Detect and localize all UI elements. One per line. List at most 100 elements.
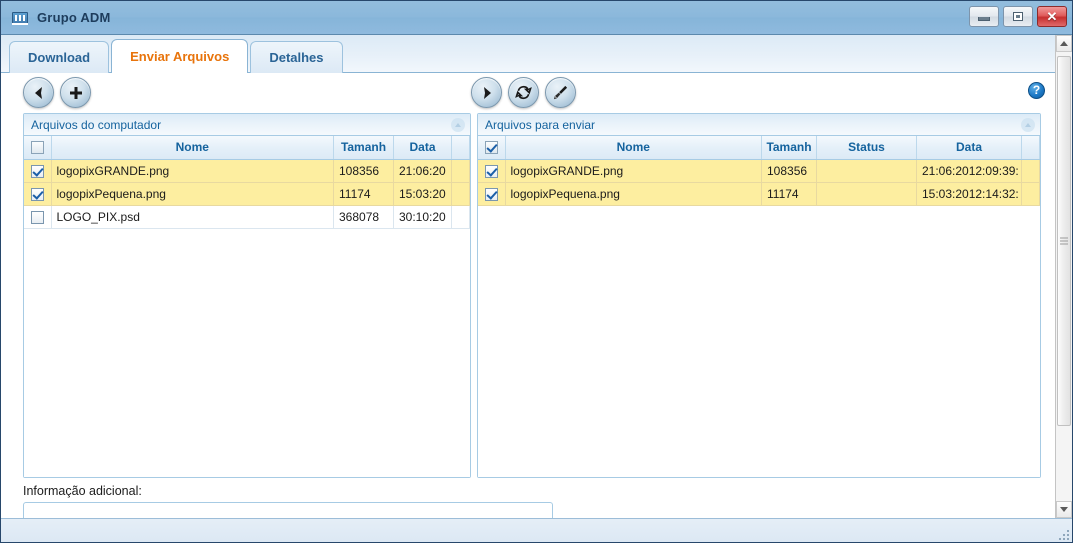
cell-nome: logopixGRANDE.png (505, 159, 762, 183)
row-checkbox-cell (24, 205, 52, 229)
cell-data: 30:10:20 (393, 205, 452, 229)
help-icon[interactable]: ? (1028, 82, 1045, 99)
status-bar (1, 518, 1072, 542)
column-header-tamanho[interactable]: Tamanh (761, 136, 817, 160)
files-to-send-panel-title: Arquivos para enviar (485, 117, 596, 132)
row-checkbox[interactable] (30, 164, 44, 178)
computer-files-table-wrap: Nome Tamanh Data logopixGRANDE.png 10835… (24, 136, 470, 477)
right-toolbar (471, 77, 576, 108)
clear-button[interactable] (545, 77, 576, 108)
scroll-track[interactable] (1056, 52, 1072, 501)
cell-data: 15:03:20 (393, 182, 452, 206)
maximize-icon (1013, 12, 1023, 21)
row-checkbox[interactable] (484, 164, 498, 178)
cell-tamanho: 108356 (333, 159, 394, 183)
row-checkbox[interactable] (484, 187, 498, 201)
table-row[interactable]: logopixGRANDE.png 108356 21:06:20 (24, 159, 470, 183)
grids-container: Arquivos do computador Nome Tamanh Data … (1, 113, 1055, 478)
table-row[interactable]: logopixPequena.png 11174 15:03:20 (24, 182, 470, 206)
window-title: Grupo ADM (37, 10, 111, 25)
select-all-header-cell (24, 136, 52, 160)
cell-spacer (1021, 159, 1040, 183)
cell-status (816, 182, 917, 206)
left-toolbar (23, 77, 91, 108)
tab-enviar-arquivos[interactable]: Enviar Arquivos (111, 39, 249, 73)
row-checkbox-cell (24, 159, 52, 183)
close-icon: ✕ (1046, 9, 1058, 24)
column-header-spacer (451, 136, 470, 160)
files-to-send-table-wrap: Nome Tamanh Status Data logopixGRANDE.pn… (478, 136, 1040, 477)
cell-data: 15:03:2012:14:32: (916, 182, 1022, 206)
refresh-icon (515, 85, 532, 100)
computer-files-panel-title: Arquivos do computador (31, 117, 162, 132)
files-to-send-table: Nome Tamanh Status Data logopixGRANDE.pn… (478, 136, 1040, 206)
collapse-icon[interactable] (451, 118, 465, 132)
select-all-header-cell (478, 136, 506, 160)
send-button[interactable] (471, 77, 502, 108)
app-window-icon (11, 9, 29, 27)
files-to-send-panel-header: Arquivos para enviar (478, 114, 1040, 136)
table-row[interactable]: logopixGRANDE.png 108356 21:06:2012:09:3… (478, 159, 1040, 183)
content-column: Download Enviar Arquivos Detalhes ? Arqu… (1, 35, 1055, 518)
title-bar: Grupo ADM ✕ (1, 1, 1072, 35)
files-to-send-panel: Arquivos para enviar Nome Tamanh Status … (477, 113, 1041, 478)
refresh-button[interactable] (508, 77, 539, 108)
column-header-data[interactable]: Data (393, 136, 452, 160)
collapse-icon[interactable] (1021, 118, 1035, 132)
client-area: Download Enviar Arquivos Detalhes ? Arqu… (1, 35, 1072, 518)
table-header-row: Nome Tamanh Data (24, 136, 470, 160)
scroll-down-button[interactable] (1056, 501, 1072, 518)
column-header-status[interactable]: Status (816, 136, 917, 160)
tab-download[interactable]: Download (9, 41, 110, 73)
column-header-nome[interactable]: Nome (51, 136, 334, 160)
column-header-nome[interactable]: Nome (505, 136, 762, 160)
close-button[interactable]: ✕ (1037, 6, 1067, 27)
row-checkbox-cell (478, 182, 506, 206)
add-button[interactable] (60, 77, 91, 108)
computer-files-panel-header: Arquivos do computador (24, 114, 470, 136)
brush-icon (553, 85, 568, 100)
plus-icon (69, 86, 82, 99)
column-header-spacer (1021, 136, 1040, 160)
scroll-down-icon (1060, 507, 1068, 512)
column-header-tamanho[interactable]: Tamanh (333, 136, 394, 160)
computer-files-panel: Arquivos do computador Nome Tamanh Data … (23, 113, 471, 478)
computer-files-table: Nome Tamanh Data logopixGRANDE.png 10835… (24, 136, 470, 229)
table-row[interactable]: LOGO_PIX.psd 368078 30:10:20 (24, 205, 470, 229)
cell-spacer (451, 159, 470, 183)
vertical-scrollbar[interactable] (1055, 35, 1072, 518)
cell-tamanho: 368078 (333, 205, 394, 229)
tab-detalhes[interactable]: Detalhes (250, 41, 343, 73)
cell-data: 21:06:2012:09:39: (916, 159, 1022, 183)
resize-grip-icon[interactable] (1057, 528, 1069, 540)
scroll-up-button[interactable] (1056, 35, 1072, 52)
scroll-thumb[interactable] (1057, 56, 1071, 426)
cell-nome: logopixPequena.png (505, 182, 762, 206)
row-checkbox-cell (24, 182, 52, 206)
additional-info-label: Informação adicional: (23, 484, 142, 498)
minimize-icon (978, 17, 990, 21)
row-checkbox[interactable] (30, 210, 44, 224)
tab-panel-body: ? Arquivos do computador Nome Tamanh Dat… (1, 73, 1055, 518)
cell-spacer (1021, 182, 1040, 206)
table-row[interactable]: logopixPequena.png 11174 15:03:2012:14:3… (478, 182, 1040, 206)
window-controls: ✕ (969, 6, 1067, 27)
cell-nome: LOGO_PIX.psd (51, 205, 334, 229)
back-button[interactable] (23, 77, 54, 108)
column-header-data[interactable]: Data (916, 136, 1022, 160)
play-arrow-icon (483, 86, 491, 99)
cell-spacer (451, 205, 470, 229)
select-all-checkbox[interactable] (30, 141, 44, 155)
cell-nome: logopixPequena.png (51, 182, 334, 206)
cell-nome: logopixGRANDE.png (51, 159, 334, 183)
minimize-button[interactable] (969, 6, 999, 27)
scroll-up-icon (1060, 41, 1068, 46)
cell-spacer (451, 182, 470, 206)
select-all-checkbox[interactable] (484, 141, 498, 155)
toolbar-row: ? (1, 73, 1055, 113)
row-checkbox-cell (478, 159, 506, 183)
additional-info-input[interactable] (23, 502, 553, 518)
maximize-button[interactable] (1003, 6, 1033, 27)
row-checkbox[interactable] (30, 187, 44, 201)
left-arrow-icon (34, 86, 42, 99)
